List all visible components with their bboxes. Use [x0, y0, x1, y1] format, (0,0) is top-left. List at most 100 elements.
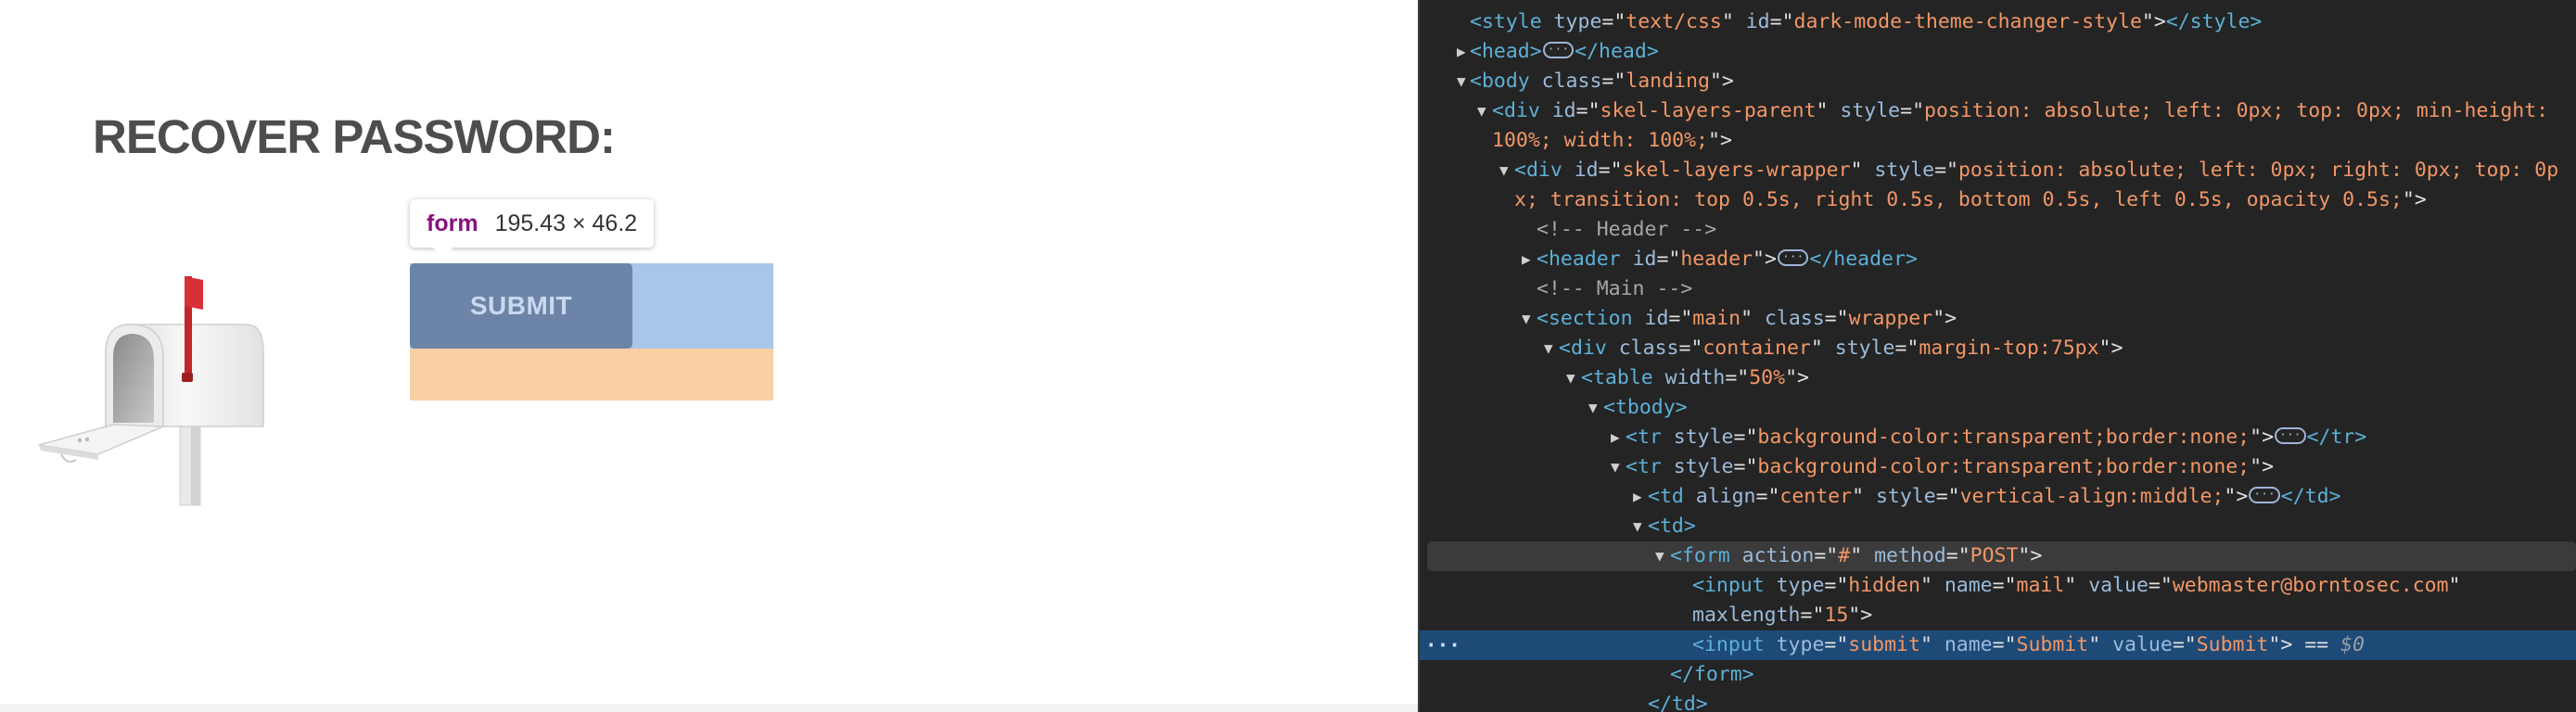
dom-node-row[interactable]: <!-- Main -->: [1420, 274, 2576, 304]
code-token: submit: [1848, 633, 1920, 656]
dom-node-row[interactable]: maxlength="15">: [1420, 601, 2576, 630]
dom-node-row[interactable]: ▶ <head> ··· </head>: [1420, 37, 2576, 67]
dom-node-code: <form action="#" method="POST">: [1670, 541, 2042, 571]
code-token: ": [1919, 633, 1945, 656]
code-token: style: [1840, 99, 1901, 122]
row-more-options-icon[interactable]: ···: [1425, 630, 1460, 660]
page-bottom-strip: [0, 704, 1418, 712]
expand-triangle-closed-icon[interactable]: ▶: [1611, 423, 1620, 452]
dom-node-row[interactable]: <!-- Header -->: [1420, 215, 2576, 245]
expand-triangle-closed-icon[interactable]: ▶: [1522, 245, 1531, 274]
code-token: =": [1824, 633, 1849, 656]
dom-node-row[interactable]: ▼ <td>: [1420, 512, 2576, 541]
code-token: <section: [1537, 307, 1645, 330]
expand-triangle-open-icon[interactable]: ▼: [1566, 363, 1575, 393]
submit-button[interactable]: SUBMIT: [410, 263, 632, 349]
collapsed-children-badge[interactable]: ···: [1777, 249, 1809, 266]
dom-node-selected[interactable]: ··· <input type="submit" name="Submit" va…: [1420, 630, 2576, 660]
expand-triangle-open-icon[interactable]: ▼: [1611, 452, 1620, 482]
inspect-tooltip: form 195.43 × 46.2: [410, 199, 655, 258]
code-token: style: [1673, 426, 1734, 449]
expand-triangle-open-icon[interactable]: ▼: [1588, 393, 1598, 423]
code-token: id: [1632, 248, 1657, 271]
code-token: =": [2148, 574, 2173, 597]
dom-node-row[interactable]: ▼ <tr style="background-color:transparent…: [1420, 452, 2576, 482]
code-token: =": [1575, 99, 1600, 122]
code-token: type: [1776, 574, 1825, 597]
code-token: 50%: [1749, 366, 1786, 389]
code-token: ">: [1708, 129, 1732, 152]
code-token: value: [2088, 574, 2149, 597]
dom-node-row[interactable]: ▼ <body class="landing">: [1420, 67, 2576, 96]
expand-triangle-open-icon[interactable]: ▼: [1477, 96, 1486, 126]
code-token: <div: [1514, 159, 1575, 182]
code-token: style: [1673, 455, 1734, 478]
expand-triangle-open-icon[interactable]: ▼: [1522, 304, 1531, 334]
dom-node-row[interactable]: ▼ <tbody>: [1420, 393, 2576, 423]
code-token: <style: [1470, 10, 1554, 33]
code-token: </style>: [2165, 10, 2263, 33]
dom-node-row[interactable]: 100%; width: 100%;">: [1420, 126, 2576, 156]
expand-triangle-open-icon[interactable]: ▼: [1457, 67, 1466, 96]
code-token: =": [1601, 70, 1626, 93]
dom-node-row[interactable]: </form>: [1420, 660, 2576, 690]
dom-node-row[interactable]: ▼ <table width="50%">: [1420, 363, 2576, 393]
expand-triangle-open-icon[interactable]: ▼: [1544, 334, 1553, 363]
code-token: ": [1852, 485, 1876, 508]
dom-node-code: <input type="hidden" name="mail" value="…: [1692, 571, 2460, 601]
dom-node-row[interactable]: ▼ <div id="skel-layers-wrapper" style="po…: [1420, 156, 2576, 185]
dom-node-row[interactable]: <input type="hidden" name="mail" value="…: [1420, 571, 2576, 601]
code-token: <td>: [1648, 515, 1696, 538]
code-token: class: [1541, 70, 1602, 93]
form-highlight-margin: [410, 349, 773, 400]
expand-triangle-open-icon[interactable]: ▼: [1655, 541, 1664, 571]
expand-triangle-closed-icon[interactable]: ▶: [1633, 482, 1642, 512]
code-token: POST: [1970, 544, 2019, 567]
collapsed-children-badge[interactable]: ···: [2275, 427, 2306, 444]
code-token: ">: [2268, 633, 2293, 656]
page-title: RECOVER PASSWORD:: [93, 110, 616, 163]
code-token: ">: [1709, 70, 1734, 93]
dom-node-code: <table width="50%">: [1581, 363, 1809, 393]
dom-node-code: maxlength="15">: [1692, 601, 1872, 630]
code-token: width: [1664, 366, 1726, 389]
dom-node-row[interactable]: ▼ <div class="container" style="margin-to…: [1420, 334, 2576, 363]
dom-node-row[interactable]: ▼ <form action="#" method="POST">: [1427, 541, 2576, 571]
dom-node-row[interactable]: x; transition: top 0.5s, right 0.5s, bot…: [1420, 185, 2576, 215]
dom-node-code: x; transition: top 0.5s, right 0.5s, bot…: [1514, 185, 2427, 215]
code-token: ": [1850, 159, 1875, 182]
code-token: #: [1838, 544, 1851, 567]
code-token: ": [1919, 574, 1945, 597]
code-token: ">: [1848, 604, 1873, 627]
code-token: =": [1934, 159, 1958, 182]
code-token: <tr: [1626, 426, 1674, 449]
code-token: <div: [1492, 99, 1552, 122]
code-token: <!-- Header -->: [1537, 218, 1717, 241]
dom-node-row[interactable]: </td>: [1420, 690, 2576, 712]
dom-node-row[interactable]: ▶ <tr style="background-color:transparent…: [1420, 423, 2576, 452]
dom-node-code: <head> ··· </head>: [1470, 37, 1659, 67]
code-token: class: [1618, 337, 1679, 360]
code-token: </tr>: [2306, 426, 2367, 449]
code-token: name: [1944, 574, 1993, 597]
code-token: =": [1900, 99, 1925, 122]
code-token: Submit: [2016, 633, 2089, 656]
dom-node-row[interactable]: ▼ <div id="skel-layers-parent" style="pos…: [1420, 96, 2576, 126]
dom-node-row[interactable]: <style type="text/css" id="dark-mode-the…: [1420, 7, 2576, 37]
collapsed-children-badge[interactable]: ···: [1542, 42, 1575, 58]
code-token: =": [1894, 337, 1919, 360]
dom-node-row[interactable]: ▶ <header id="header"> ··· </header>: [1420, 245, 2576, 274]
code-token: id: [1745, 10, 1770, 33]
dom-node-code: <tr style="background-color:transparent;…: [1626, 423, 2366, 452]
dom-node-code: <input type="submit" name="Submit" value…: [1692, 630, 2365, 660]
collapsed-children-badge[interactable]: ···: [2249, 487, 2280, 503]
expand-triangle-open-icon[interactable]: ▼: [1499, 156, 1509, 185]
expand-triangle-open-icon[interactable]: ▼: [1633, 512, 1642, 541]
dom-node-row[interactable]: ▶ <td align="center" style="vertical-alig…: [1420, 482, 2576, 512]
code-token: skel-layers-wrapper: [1622, 159, 1851, 182]
code-token: =": [1935, 485, 1960, 508]
code-token: </header>: [1809, 248, 1918, 271]
dom-node-code: <!-- Header -->: [1537, 215, 1716, 245]
dom-node-row[interactable]: ▼ <section id="main" class="wrapper">: [1420, 304, 2576, 334]
expand-triangle-closed-icon[interactable]: ▶: [1457, 37, 1466, 67]
